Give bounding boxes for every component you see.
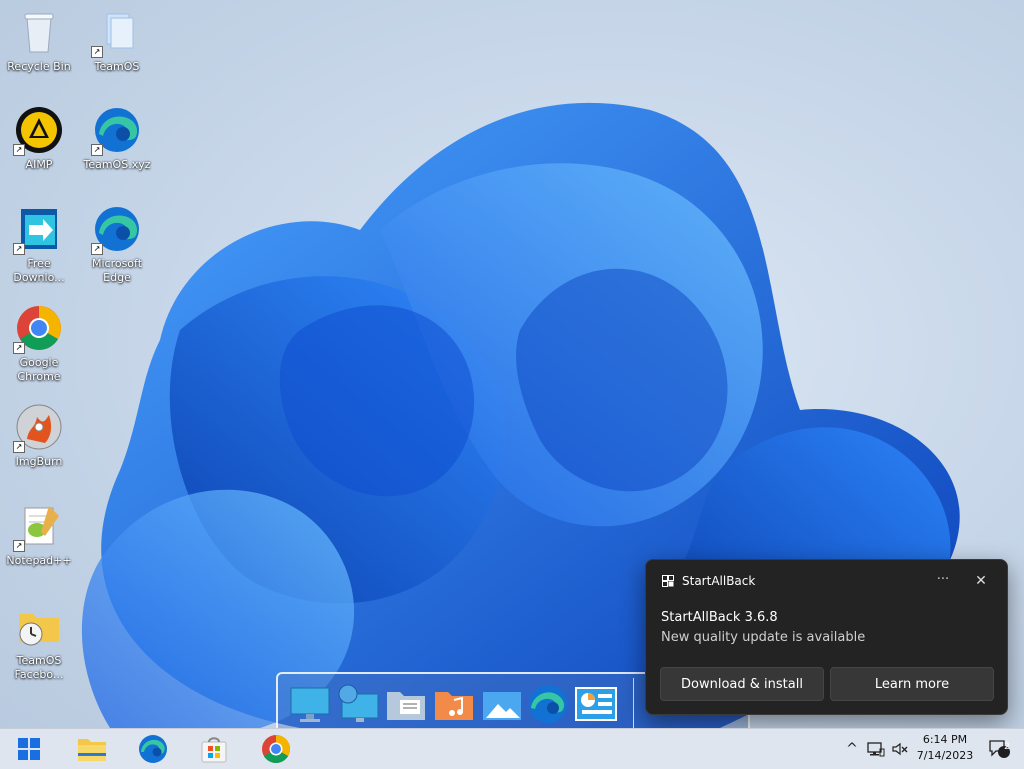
edge-icon: ↗ bbox=[91, 106, 141, 156]
dock-item-music[interactable] bbox=[432, 684, 476, 724]
notification-toast: StartAllBack ··· ✕ StartAllBack 3.6.8 Ne… bbox=[645, 559, 1008, 715]
desktop-icon-label: Microsoft Edge bbox=[91, 257, 143, 284]
notification-count-badge: 2 bbox=[1004, 742, 1010, 752]
dock-item-photos[interactable] bbox=[480, 684, 524, 724]
taskbar-edge[interactable] bbox=[137, 733, 169, 765]
file-explorer-icon bbox=[78, 739, 106, 761]
desktop-icon-recycle-bin[interactable]: Recycle Bin bbox=[3, 8, 75, 74]
desktop-icon-label: Free Downlo... bbox=[13, 257, 65, 284]
desktop-icon-teamos-facebook[interactable]: TeamOS Facebo... bbox=[3, 602, 75, 682]
dock-item-network-monitor[interactable] bbox=[336, 684, 380, 724]
microsoft-store-icon bbox=[201, 737, 227, 763]
more-options-icon[interactable]: ··· bbox=[932, 572, 954, 590]
dock-separator bbox=[633, 678, 634, 734]
shortcut-arrow-icon: ↗ bbox=[13, 342, 25, 354]
toast-app-name: StartAllBack bbox=[682, 574, 756, 588]
clock-time: 6:14 PM bbox=[922, 733, 968, 746]
network-monitor-icon bbox=[338, 684, 379, 722]
document-folder-icon bbox=[387, 692, 425, 720]
imgburn-icon: ↗ bbox=[13, 403, 63, 453]
shortcut-arrow-icon: ↗ bbox=[13, 144, 25, 156]
shortcut-arrow-icon: ↗ bbox=[13, 540, 25, 552]
desktop-icon-label: Notepad++ bbox=[6, 554, 72, 567]
startallback-icon bbox=[662, 575, 674, 587]
folder-clock-icon bbox=[15, 602, 63, 650]
shortcut-arrow-icon: ↗ bbox=[91, 46, 103, 58]
network-icon[interactable] bbox=[866, 729, 886, 769]
desktop-icon-label: Recycle Bin bbox=[7, 60, 71, 73]
desktop-icon-label: TeamOS bbox=[94, 60, 140, 73]
edge-icon: ↗ bbox=[91, 205, 141, 255]
toast-title: StartAllBack 3.6.8 bbox=[661, 610, 778, 625]
desktop-icon-notepadpp[interactable]: ↗ Notepad++ bbox=[3, 502, 75, 568]
toast-header: StartAllBack bbox=[662, 573, 755, 589]
desktop-icon-teamos-xyz[interactable]: ↗ TeamOS.xyz bbox=[81, 106, 153, 172]
edge-icon bbox=[139, 735, 167, 763]
desktop-icon-label: AIMP bbox=[25, 158, 53, 171]
desktop-icon-imgburn[interactable]: ↗ ImgBurn bbox=[3, 403, 75, 469]
toast-message: New quality update is available bbox=[661, 630, 866, 645]
shortcut-arrow-icon: ↗ bbox=[13, 441, 25, 453]
desktop-icon-label: TeamOS Facebo... bbox=[14, 654, 64, 681]
desktop-icon-free-download-manager[interactable]: ↗ Free Downlo... bbox=[3, 205, 75, 285]
desktop-icon-label: TeamOS.xyz bbox=[83, 158, 151, 171]
monitor-icon bbox=[290, 687, 330, 722]
dock-item-edge[interactable] bbox=[526, 684, 570, 724]
aimp-icon: ↗ bbox=[13, 106, 63, 156]
folder-shortcut-icon: ↗ bbox=[91, 8, 141, 58]
tray-overflow-chevron[interactable]: ^ bbox=[843, 729, 861, 769]
taskbar: ^ 6:14 PM 7/14/2023 2 bbox=[0, 728, 1024, 769]
desktop-icon-aimp[interactable]: ↗ AIMP bbox=[3, 106, 75, 172]
desktop-icon-teamos[interactable]: ↗ TeamOS bbox=[81, 8, 153, 74]
control-panel-icon bbox=[575, 687, 617, 721]
clock-date: 7/14/2023 bbox=[916, 749, 974, 762]
notification-center-button[interactable]: 2 bbox=[984, 729, 1014, 769]
download-install-button[interactable]: Download & install bbox=[660, 667, 824, 701]
free-download-manager-icon: ↗ bbox=[13, 205, 63, 255]
shortcut-arrow-icon: ↗ bbox=[13, 243, 25, 255]
dock-item-monitor[interactable] bbox=[288, 684, 332, 724]
volume-muted-icon[interactable] bbox=[890, 729, 910, 769]
taskbar-chrome[interactable] bbox=[260, 733, 292, 765]
dock-item-control-panel[interactable] bbox=[574, 684, 618, 724]
taskbar-microsoft-store[interactable] bbox=[198, 733, 230, 765]
learn-more-button[interactable]: Learn more bbox=[830, 667, 994, 701]
notepadpp-icon: ↗ bbox=[13, 502, 63, 552]
start-button[interactable] bbox=[13, 733, 45, 765]
recycle-bin-icon bbox=[15, 8, 63, 56]
close-icon[interactable]: ✕ bbox=[972, 572, 990, 590]
photos-icon bbox=[483, 692, 521, 720]
desktop-icon-microsoft-edge[interactable]: ↗ Microsoft Edge bbox=[81, 205, 153, 285]
music-folder-icon bbox=[435, 692, 473, 720]
dock-item-documents[interactable] bbox=[384, 684, 428, 724]
shortcut-arrow-icon: ↗ bbox=[91, 243, 103, 255]
desktop-icon-label: Google Chrome bbox=[17, 356, 61, 383]
desktop-icon-label: ImgBurn bbox=[15, 455, 63, 468]
shortcut-arrow-icon: ↗ bbox=[91, 144, 103, 156]
chrome-icon bbox=[262, 735, 290, 763]
chrome-icon: ↗ bbox=[13, 304, 63, 354]
desktop-icon-google-chrome[interactable]: ↗ Google Chrome bbox=[3, 304, 75, 384]
taskbar-file-explorer[interactable] bbox=[76, 733, 108, 765]
edge-icon bbox=[529, 685, 567, 723]
start-icon bbox=[18, 738, 40, 760]
taskbar-clock[interactable]: 6:14 PM 7/14/2023 bbox=[910, 732, 980, 764]
